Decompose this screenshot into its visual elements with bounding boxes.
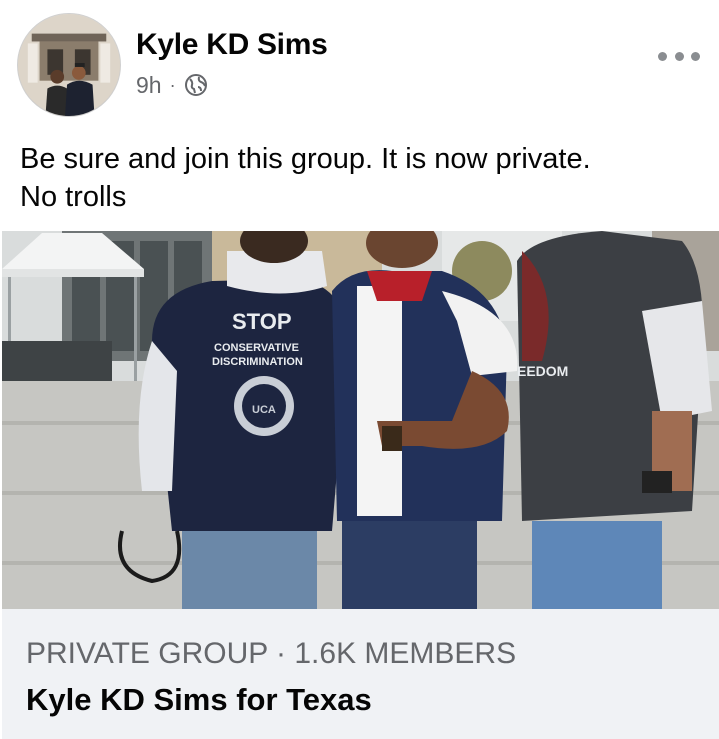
shirt-text: EEDOM bbox=[517, 363, 568, 379]
post-text-line: No trolls bbox=[20, 181, 127, 213]
avatar-photo bbox=[18, 14, 120, 116]
author-avatar[interactable] bbox=[17, 13, 121, 117]
group-privacy-members: PRIVATE GROUP · 1.6K MEMBERS bbox=[26, 637, 517, 670]
group-card-footer[interactable]: PRIVATE GROUP · 1.6K MEMBERS Kyle KD Sim… bbox=[2, 609, 719, 739]
shirt-text: CONSERVATIVE bbox=[214, 342, 299, 354]
group-cover-photo[interactable]: STOP CONSERVATIVE DISCRIMINATION UCA EED… bbox=[2, 231, 719, 609]
shirt-logo-text: UCA bbox=[252, 404, 276, 416]
post-text: Be sure and join this group. It is now p… bbox=[20, 140, 700, 216]
post-meta: 9h · bbox=[136, 70, 208, 100]
shared-group-card[interactable]: STOP CONSERVATIVE DISCRIMINATION UCA EED… bbox=[2, 231, 719, 739]
globe-icon bbox=[184, 73, 208, 97]
more-options-button[interactable] bbox=[658, 44, 700, 68]
shirt-text: STOP bbox=[232, 309, 292, 334]
shirt-text: DISCRIMINATION bbox=[212, 356, 303, 368]
cover-photo-image: STOP CONSERVATIVE DISCRIMINATION UCA EED… bbox=[2, 231, 719, 609]
group-name-link[interactable]: Kyle KD Sims for Texas bbox=[26, 682, 372, 718]
meta-separator: · bbox=[169, 74, 176, 95]
more-horizontal-icon bbox=[658, 51, 667, 61]
post-text-line: Be sure and join this group. It is now p… bbox=[20, 143, 591, 175]
post-header: Kyle KD Sims 9h · bbox=[0, 0, 719, 120]
post-timestamp[interactable]: 9h bbox=[136, 72, 162, 99]
author-name[interactable]: Kyle KD Sims bbox=[136, 28, 328, 62]
